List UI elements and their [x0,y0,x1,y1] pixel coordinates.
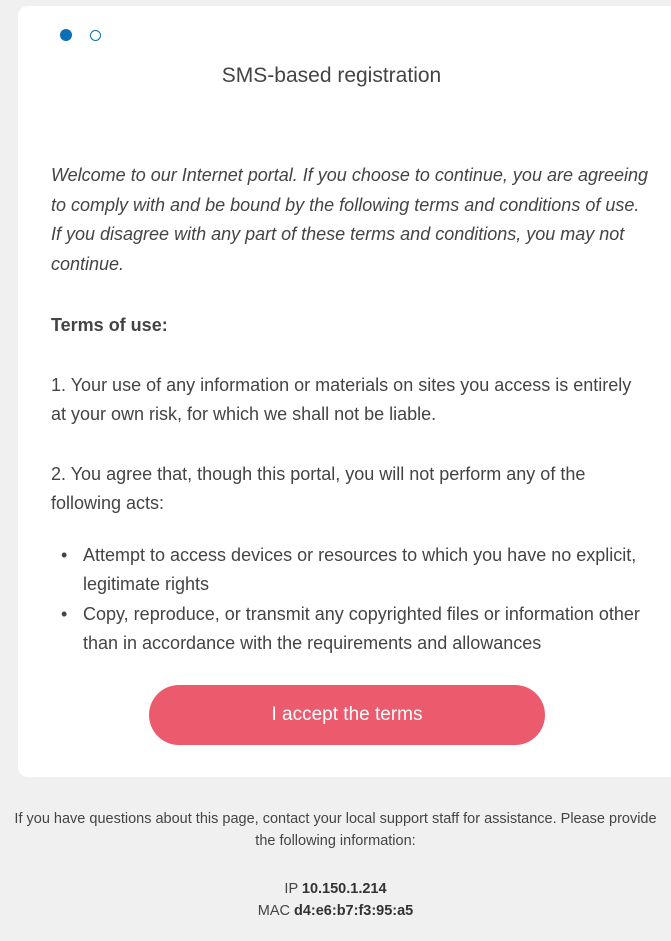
step-indicator [60,28,119,42]
list-item: Attempt to access devices or resources t… [61,541,651,600]
ip-label: IP [284,881,302,897]
page-title: SMS-based registration [221,64,442,87]
step-dot-active[interactable] [60,29,72,41]
ip-value: 10.150.1.214 [301,881,387,897]
terms-heading: Terms of use: [51,315,168,335]
mac-label: MAC [257,903,294,919]
mac-info: MAC d4:e6:b7:f3:95:a5 [0,900,671,922]
support-footer: If you have questions about this page, c… [0,808,671,922]
welcome-text: Welcome to our Internet portal. If you c… [51,165,649,274]
ip-info: IP 10.150.1.214 [0,878,671,900]
term-1: 1. Your use of any information or materi… [51,374,632,425]
prohibited-acts-list: Attempt to access devices or resources t… [51,541,651,659]
term-2: 2. You agree that, though this portal, y… [51,463,586,514]
terms-card: SMS-based registration Welcome to our In… [18,6,671,777]
accept-terms-button[interactable]: I accept the terms [149,685,545,745]
list-item: Copy, reproduce, or transmit any copyrig… [61,600,651,659]
step-dot-inactive[interactable] [90,29,101,41]
mac-value: d4:e6:b7:f3:95:a5 [293,903,414,919]
support-help-text: If you have questions about this page, c… [14,811,657,849]
terms-content: Welcome to our Internet portal. If you c… [51,161,651,659]
